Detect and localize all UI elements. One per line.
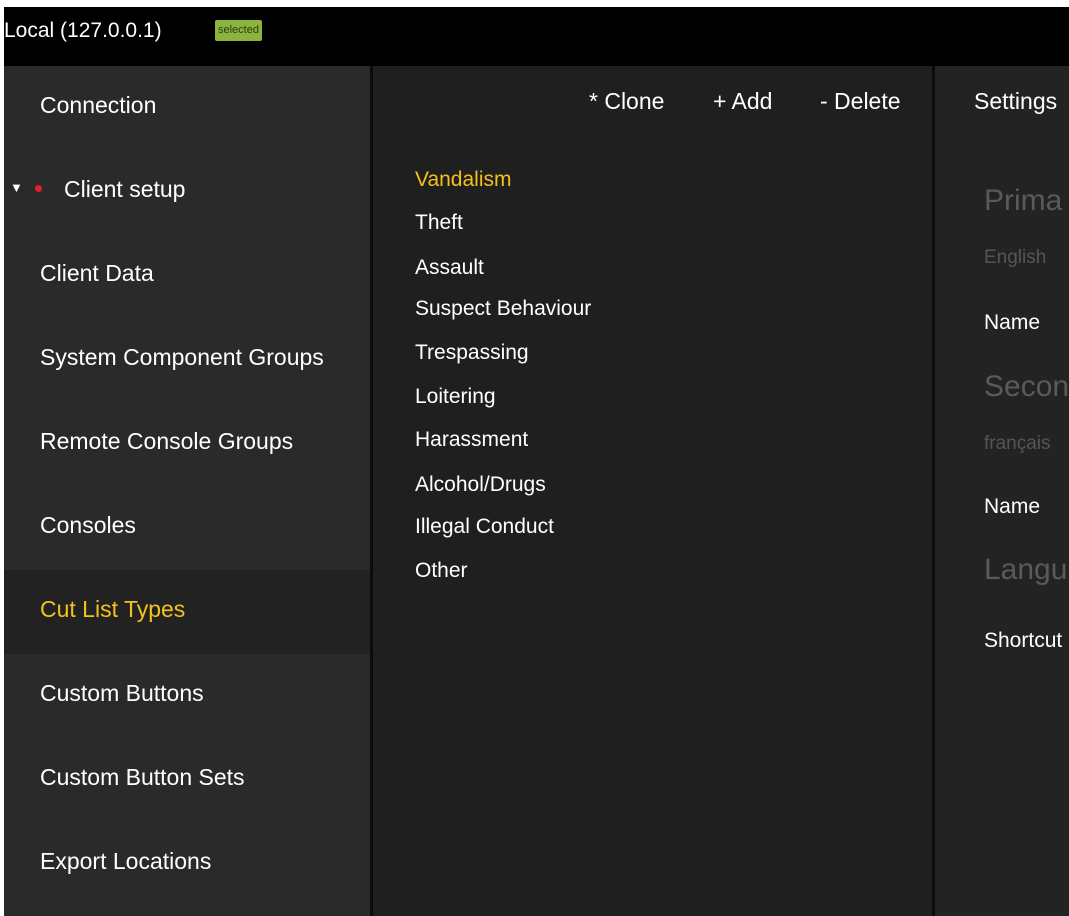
sidebar-item-cut-list-types[interactable]: Cut List Types [4, 570, 370, 654]
sidebar-item-label: Export Locations [40, 848, 212, 874]
sidebar-item-label: Client setup [64, 176, 186, 202]
list-item[interactable]: Assault [415, 256, 484, 280]
sidebar-item-system-component-groups[interactable]: System Component Groups [4, 318, 370, 402]
sidebar-item-client-data[interactable]: Client Data [4, 234, 370, 318]
language-heading: Langu [984, 553, 1068, 586]
selected-badge: selected [215, 20, 262, 41]
add-button[interactable]: + Add [713, 88, 772, 115]
list-item[interactable]: Harassment [415, 428, 528, 452]
list-item[interactable]: Trespassing [415, 341, 529, 365]
primary-name-label: Name [984, 311, 1041, 334]
list-item[interactable]: Loitering [415, 385, 496, 409]
sidebar-item-connection[interactable]: Connection [4, 66, 370, 150]
sidebar-item-label: Remote Console Groups [40, 428, 294, 454]
primary-language-label: English [984, 247, 1047, 268]
status-dot-icon [35, 185, 42, 192]
clone-button[interactable]: * Clone [589, 88, 664, 115]
list-item[interactable]: Other [415, 559, 468, 583]
list-item[interactable]: Theft [415, 211, 463, 235]
app-window: Local (127.0.0.1) selected Connection ▼ … [0, 0, 1069, 916]
sidebar-item-label: Cut List Types [40, 596, 186, 622]
secondary-heading: Secon [984, 370, 1069, 403]
sidebar-item-label: Custom Buttons [40, 680, 204, 706]
shortcut-label: Shortcut [984, 629, 1063, 652]
settings-panel: Settings Prima English Name Secon frança… [935, 66, 1069, 916]
server-name: Local (127.0.0.1) [4, 19, 162, 42]
cut-list-panel: * Clone + Add - Delete Vandalism Theft A… [373, 66, 932, 916]
sidebar-item-export-locations[interactable]: Export Locations [4, 822, 370, 906]
primary-heading: Prima [984, 184, 1063, 217]
secondary-language-label: français [984, 433, 1051, 454]
title-bar: Local (127.0.0.1) selected [4, 7, 1069, 66]
list-item[interactable]: Vandalism [415, 168, 512, 192]
sidebar: Connection ▼ Client setup Client Data Sy… [4, 66, 370, 916]
sidebar-item-custom-buttons[interactable]: Custom Buttons [4, 654, 370, 738]
sidebar-item-consoles[interactable]: Consoles [4, 486, 370, 570]
delete-button[interactable]: - Delete [820, 88, 901, 115]
sidebar-item-label: System Component Groups [40, 344, 324, 370]
sidebar-item-client-setup[interactable]: ▼ Client setup [4, 150, 370, 234]
settings-title: Settings [974, 88, 1058, 114]
sidebar-item-label: Client Data [40, 260, 154, 286]
sidebar-item-label: Connection [40, 92, 157, 118]
sidebar-item-label: Consoles [40, 512, 136, 538]
sidebar-item-custom-button-sets[interactable]: Custom Button Sets [4, 738, 370, 822]
list-item[interactable]: Suspect Behaviour [415, 297, 591, 321]
secondary-name-label: Name [984, 495, 1041, 518]
list-item[interactable]: Illegal Conduct [415, 515, 554, 539]
expand-arrow-icon[interactable]: ▼ [10, 180, 23, 195]
list-item[interactable]: Alcohol/Drugs [415, 473, 546, 497]
sidebar-item-remote-console-groups[interactable]: Remote Console Groups [4, 402, 370, 486]
sidebar-item-label: Custom Button Sets [40, 764, 245, 790]
